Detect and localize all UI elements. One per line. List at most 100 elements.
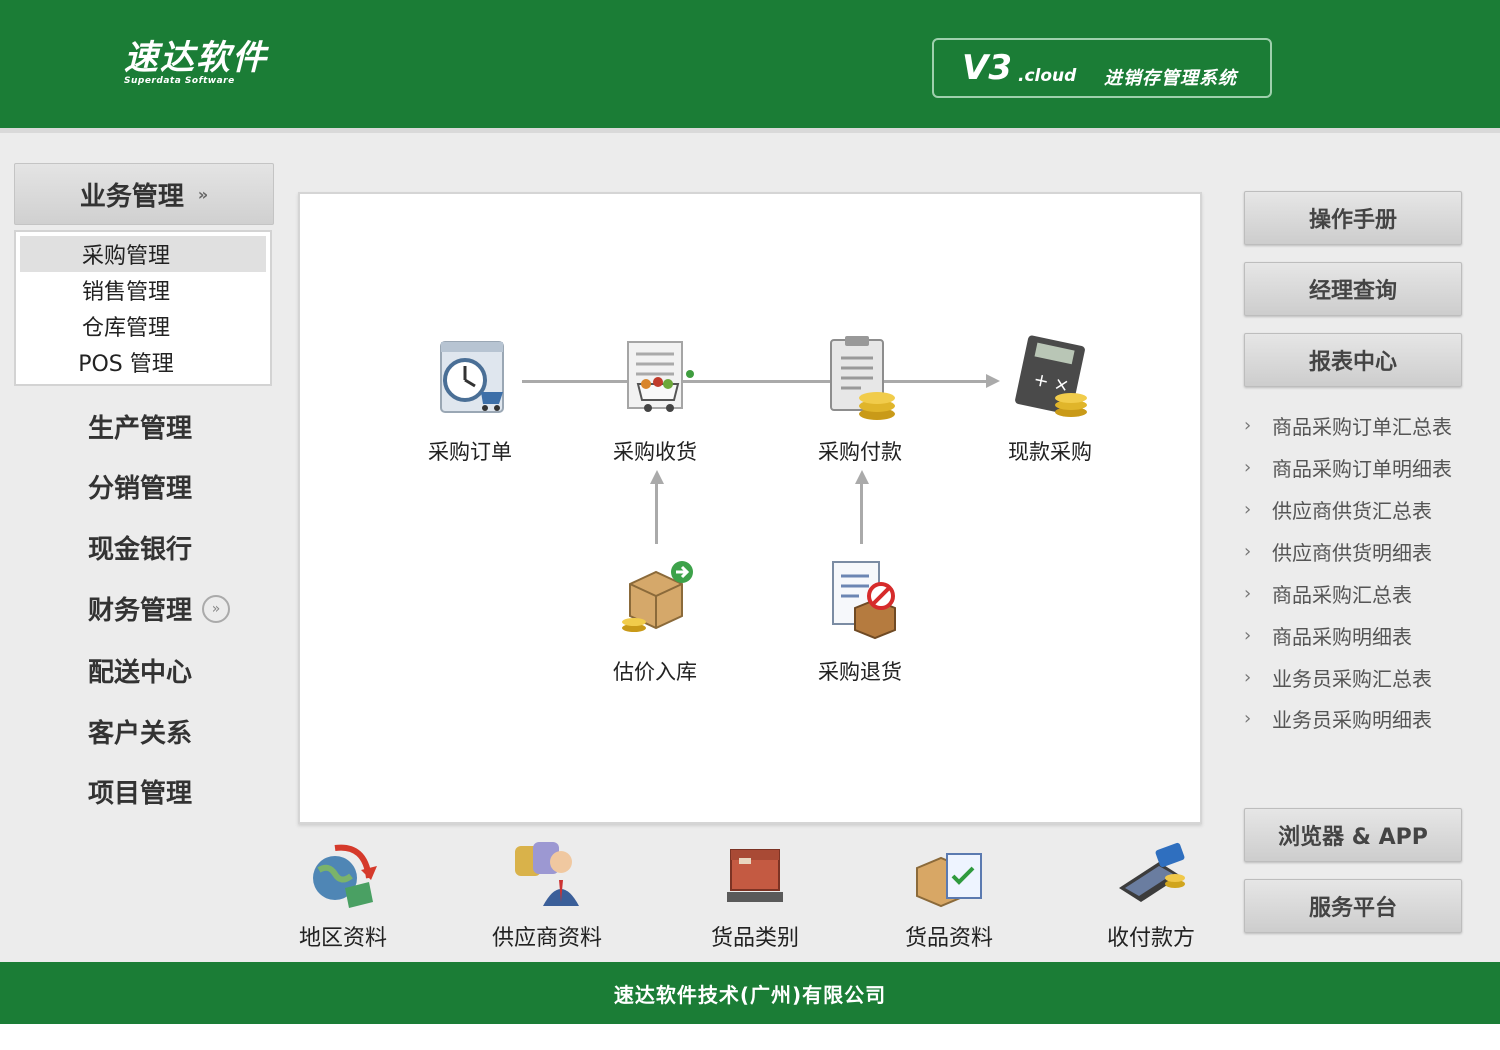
nav-item-project[interactable]: 项目管理 <box>88 773 192 810</box>
report-link-label: 商品采购明细表 <box>1272 624 1412 649</box>
nav-item-label: 生产管理 <box>88 414 193 444</box>
report-link[interactable]: › 业务员采购明细表 <box>1244 703 1432 733</box>
report-link-label: 商品采购汇总表 <box>1272 582 1412 607</box>
report-link[interactable]: › 商品采购汇总表 <box>1244 578 1412 608</box>
report-link[interactable]: › 商品采购订单明细表 <box>1244 452 1452 482</box>
shortcut-supplier-data[interactable]: 供应商资料 <box>482 840 612 952</box>
browser-app-button[interactable]: 浏览器 & APP <box>1244 808 1462 862</box>
flow-line <box>655 482 658 544</box>
box-checklist-icon <box>916 853 982 908</box>
report-link-label: 供应商供货汇总表 <box>1272 498 1432 523</box>
service-platform-button[interactable]: 服务平台 <box>1244 879 1462 933</box>
flow-node-label: 估价入库 <box>613 660 697 684</box>
shortcut-label: 地区资料 <box>298 926 387 951</box>
nav-item-crm[interactable]: 客户关系 <box>88 713 192 750</box>
flow-node-label: 采购付款 <box>818 440 902 464</box>
app-footer: 速达软件技术(广州)有限公司 <box>0 962 1500 1024</box>
operation-manual-button[interactable]: 操作手册 <box>1244 191 1462 245</box>
flow-node-purchase-receipt[interactable]: 采购收货 <box>595 334 715 466</box>
flow-node-label: 采购订单 <box>428 440 512 464</box>
chevron-right-icon: › <box>1244 414 1252 436</box>
report-link[interactable]: › 业务员采购汇总表 <box>1244 662 1432 692</box>
logo-text-cn: 速达软件 <box>124 38 268 78</box>
shortcut-label: 供应商资料 <box>491 926 602 951</box>
module-label: 业务管理 <box>79 181 184 212</box>
nav-item-cash-bank[interactable]: 现金银行 <box>88 529 192 566</box>
product-name: 进销存管理系统 <box>1104 68 1237 89</box>
shortcut-item-category[interactable]: 货品类别 <box>690 840 820 952</box>
flow-line <box>522 380 992 383</box>
nav-item-label: 财务管理 <box>88 596 193 626</box>
expand-chevron-icon[interactable]: » <box>202 594 231 623</box>
logo: 速达软件 Superdata Software <box>124 38 268 86</box>
nav-item-distribution[interactable]: 分销管理 <box>88 468 192 505</box>
flow-node-purchase-payment[interactable]: 采购付款 <box>800 334 920 466</box>
shortcut-payment-party[interactable]: 收付款方 <box>1086 840 1216 952</box>
report-link-label: 供应商供货明细表 <box>1272 540 1432 565</box>
submenu-item-sales[interactable]: 销售管理 <box>16 272 270 308</box>
company-name: 速达软件技术(广州)有限公司 <box>613 982 887 1007</box>
report-link-label: 商品采购订单汇总表 <box>1272 414 1452 439</box>
parcel-icon <box>727 849 783 902</box>
nav-item-delivery[interactable]: 配送中心 <box>88 652 192 689</box>
flow-node-purchase-order[interactable]: 采购订单 <box>410 334 530 466</box>
nav-item-label: 现金银行 <box>88 535 193 565</box>
people-icon <box>515 842 579 906</box>
nav-item-label: 项目管理 <box>88 779 193 809</box>
submenu-item-purchase[interactable]: 采购管理 <box>20 236 266 272</box>
module-selector-business[interactable]: 业务管理 » <box>14 163 274 225</box>
boxes-arrow-icon <box>622 561 693 632</box>
flow-node-purchase-return[interactable]: 采购退货 <box>800 554 920 686</box>
submenu-item-pos[interactable]: POS 管理 <box>16 344 270 380</box>
flow-node-estimated-stock-in[interactable]: 估价入库 <box>595 554 715 686</box>
chevron-right-icon: › <box>1244 540 1252 562</box>
document-return-icon <box>832 561 896 640</box>
chevron-right-icon: › <box>1244 707 1252 729</box>
chevron-right-icon: › <box>1244 624 1252 646</box>
clipboard-coins-icon <box>830 336 895 420</box>
report-link[interactable]: › 商品采购订单汇总表 <box>1244 410 1452 440</box>
workflow-panel: 采购订单 采购收货 采购付款 + × 现款采购 估价入库 采购退货 <box>298 192 1202 824</box>
version-badge: V3 .cloud 进销存管理系统 <box>932 38 1272 98</box>
manager-query-button[interactable]: 经理查询 <box>1244 262 1462 316</box>
chevron-right-icon: › <box>1244 666 1252 688</box>
chevron-right-icon: › <box>1244 456 1252 478</box>
shortcut-label: 收付款方 <box>1106 926 1195 951</box>
shortcut-label: 货品资料 <box>904 926 993 951</box>
receipt-cart-icon <box>627 341 694 412</box>
shortcut-item-data[interactable]: 货品资料 <box>884 840 1014 952</box>
flow-node-label: 采购退货 <box>818 660 902 684</box>
report-link[interactable]: › 商品采购明细表 <box>1244 620 1412 650</box>
nav-item-label: 分销管理 <box>88 474 193 504</box>
version-number: V3 <box>962 48 1012 88</box>
nav-item-production[interactable]: 生产管理 <box>88 408 192 445</box>
shortcut-label: 货品类别 <box>710 926 799 951</box>
nav-item-finance[interactable]: 财务管理 » <box>88 590 231 627</box>
clock-cart-icon <box>440 341 504 413</box>
flow-line <box>860 482 863 544</box>
chevron-right-icon: › <box>1244 582 1252 604</box>
nav-item-label: 客户关系 <box>88 719 193 749</box>
nav-item-label: 配送中心 <box>88 658 193 688</box>
card-reader-icon <box>1119 842 1185 902</box>
report-center-button[interactable]: 报表中心 <box>1244 333 1462 387</box>
flow-node-label: 采购收货 <box>613 440 697 464</box>
flow-node-cash-purchase[interactable]: + × 现款采购 <box>990 334 1110 466</box>
calculator-coins-icon: + × <box>1015 335 1087 417</box>
submenu-list: 采购管理 销售管理 仓库管理 POS 管理 <box>14 230 272 386</box>
shortcut-region-data[interactable]: 地区资料 <box>278 840 408 952</box>
submenu-item-warehouse[interactable]: 仓库管理 <box>16 308 270 344</box>
app-header: 速达软件 Superdata Software V3 .cloud 进销存管理系… <box>0 0 1500 128</box>
report-link[interactable]: › 供应商供货明细表 <box>1244 536 1432 566</box>
report-link[interactable]: › 供应商供货汇总表 <box>1244 494 1432 524</box>
chevron-right-icon: › <box>1244 498 1252 520</box>
arrow-up-icon <box>855 470 869 484</box>
version-suffix: .cloud <box>1018 66 1077 86</box>
globe-arrow-icon <box>313 844 377 908</box>
arrow-up-icon <box>650 470 664 484</box>
report-link-label: 商品采购订单明细表 <box>1272 456 1452 481</box>
flow-node-label: 现款采购 <box>1008 440 1092 464</box>
report-link-label: 业务员采购明细表 <box>1272 707 1432 732</box>
double-chevron-down-icon: » <box>197 184 209 204</box>
report-link-label: 业务员采购汇总表 <box>1272 666 1432 691</box>
